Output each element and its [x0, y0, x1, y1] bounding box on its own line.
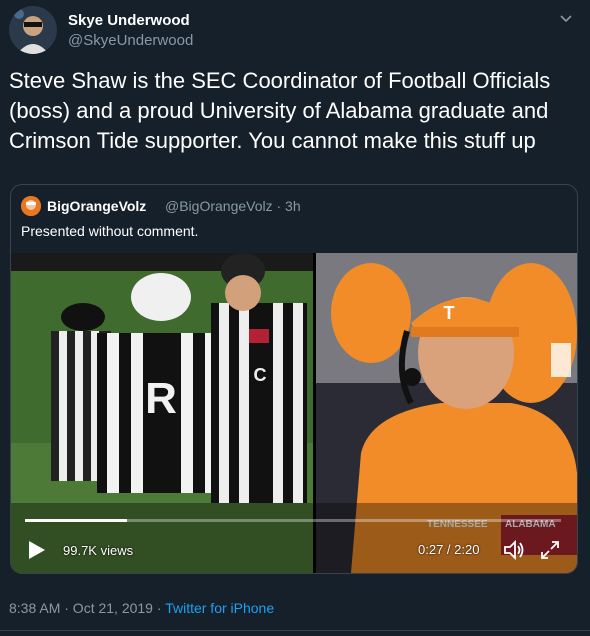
- quoted-display-name[interactable]: BigOrangeVolz: [47, 198, 146, 214]
- quoted-text: Presented without comment.: [21, 223, 199, 239]
- fullscreen-icon[interactable]: [539, 539, 561, 561]
- play-icon[interactable]: [25, 539, 47, 561]
- separator: ·: [152, 600, 166, 616]
- quoted-handle[interactable]: @BigOrangeVolz · 3h: [165, 198, 301, 214]
- volume-icon[interactable]: [502, 538, 526, 562]
- user-handle[interactable]: @SkyeUnderwood: [68, 32, 193, 49]
- chevron-down-icon[interactable]: [557, 10, 575, 28]
- timestamp[interactable]: 8:38 AM · Oct 21, 2019: [9, 600, 153, 616]
- video-player[interactable]: R C T TENNESSEE ALABAMA 99.7K views 0:27…: [11, 253, 577, 573]
- quoted-tweet[interactable]: BigOrangeVolz @BigOrangeVolz · 3h Presen…: [10, 184, 578, 574]
- quoted-avatar: [21, 196, 41, 216]
- progress-bar[interactable]: [25, 519, 561, 522]
- divider: [0, 630, 590, 631]
- center-letter: C: [254, 365, 267, 385]
- tweet-source[interactable]: Twitter for iPhone: [165, 600, 274, 616]
- video-time: 0:27 / 2:20: [418, 542, 480, 557]
- tweet-text: Steve Shaw is the SEC Coordinator of Foo…: [9, 68, 551, 153]
- tweet-meta: 8:38 AM · Oct 21, 2019 · Twitter for iPh…: [9, 600, 274, 616]
- user-avatar[interactable]: [9, 6, 57, 54]
- view-count: 99.7K views: [63, 543, 134, 558]
- cap-logo: T: [444, 303, 455, 323]
- progress-fill: [25, 519, 127, 522]
- quoted-tweet-header: BigOrangeVolz @BigOrangeVolz · 3h: [21, 195, 561, 217]
- display-name[interactable]: Skye Underwood: [68, 12, 190, 29]
- video-frame: R C T TENNESSEE ALABAMA: [11, 253, 577, 573]
- tweet-header: Skye Underwood @SkyeUnderwood: [9, 6, 581, 56]
- referee-letter: R: [145, 374, 177, 423]
